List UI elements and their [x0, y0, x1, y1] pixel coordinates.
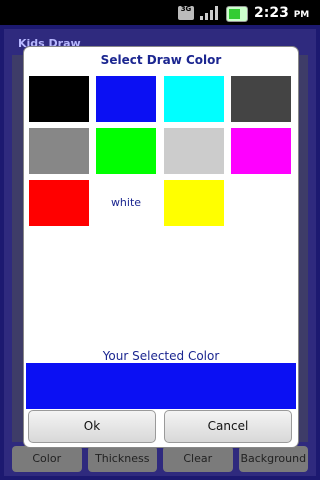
dialog-title: Select Draw Color	[100, 53, 222, 67]
status-bar: 3G 2:23 PM	[0, 0, 320, 25]
color-swatch-magenta[interactable]	[231, 128, 291, 174]
selected-color-label: Your Selected Color	[102, 349, 220, 363]
color-swatch-red[interactable]	[29, 180, 89, 226]
color-swatch-gray[interactable]	[29, 128, 89, 174]
app-toolbar: Color Thickness Clear Background	[12, 446, 308, 472]
battery-icon	[226, 6, 248, 22]
background-button[interactable]: Background	[238, 446, 308, 472]
thickness-button[interactable]: Thickness	[87, 446, 157, 472]
signal-strength-icon	[200, 6, 218, 20]
color-swatch-blue[interactable]	[96, 76, 156, 122]
color-swatch-yellow[interactable]	[164, 180, 224, 226]
network-3g-icon: 3G	[178, 6, 194, 20]
cancel-button[interactable]: Cancel	[164, 410, 292, 443]
color-swatch-label: white	[110, 196, 142, 209]
color-swatch-cyan[interactable]	[164, 76, 224, 122]
color-swatch-light-gray[interactable]	[164, 128, 224, 174]
color-swatch-black[interactable]	[29, 76, 89, 122]
color-swatch-white[interactable]: white	[96, 180, 156, 226]
clear-button[interactable]: Clear	[163, 446, 233, 472]
ok-button[interactable]: Ok	[28, 410, 156, 443]
color-swatch-green[interactable]	[96, 128, 156, 174]
selected-color-preview	[26, 363, 296, 409]
clock: 2:23 PM	[254, 5, 309, 21]
color-button[interactable]: Color	[12, 446, 82, 472]
dialog-buttons: Ok Cancel	[28, 410, 294, 443]
clock-time: 2:23	[254, 5, 289, 21]
color-swatch-dark-gray[interactable]	[231, 76, 291, 122]
select-color-dialog: Select Draw Color white Your Selected Co…	[24, 47, 298, 447]
clock-ampm: PM	[293, 10, 310, 20]
